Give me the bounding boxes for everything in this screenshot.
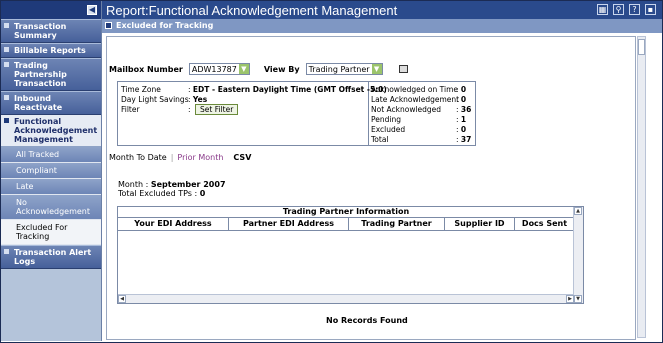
- csv-link[interactable]: CSV: [233, 153, 251, 162]
- tab-separator: |: [170, 153, 174, 162]
- stat-value: : 0: [456, 95, 467, 104]
- scroll-left-icon[interactable]: ◀: [118, 295, 126, 303]
- page-scrollbar[interactable]: [637, 36, 646, 338]
- scroll-down-icon[interactable]: ▼: [574, 295, 582, 303]
- sidebar-subitem-all-tracked[interactable]: All Tracked: [1, 147, 101, 163]
- period-tabs: Month To Date | Prior Month CSV: [109, 153, 251, 162]
- scroll-up-icon[interactable]: ▲: [574, 207, 582, 215]
- stat-value: : 1: [456, 115, 467, 124]
- empty-state-message: No Records Found: [326, 316, 408, 325]
- sidebar-subitem-excluded-for-tracking[interactable]: Excluded For Tracking: [1, 220, 101, 245]
- grid-icon[interactable]: ▦: [597, 4, 608, 15]
- table-horizontal-scrollbar[interactable]: ◀ ▶: [118, 294, 574, 303]
- chevron-down-icon: ▼: [238, 64, 249, 74]
- mailbox-label: Mailbox Number: [109, 64, 183, 74]
- tab-month-to-date[interactable]: Month To Date: [109, 153, 167, 162]
- dst-value: : Yes: [188, 95, 208, 104]
- column-header[interactable]: Docs Sent: [515, 218, 574, 230]
- stat-value: : 37: [456, 135, 472, 144]
- sidebar: ◀ Transaction Summary Billable Reports T…: [1, 1, 102, 341]
- viewby-select[interactable]: Trading Partner ▼: [305, 63, 383, 75]
- stat-value: : 0: [456, 125, 467, 134]
- section-toggle-icon[interactable]: [105, 22, 112, 29]
- mailbox-select[interactable]: ADW13787 ▼: [188, 63, 250, 75]
- viewby-label: View By: [263, 64, 300, 74]
- scroll-right-icon[interactable]: ▶: [566, 295, 574, 303]
- sidebar-section-functional-ack[interactable]: Functional Acknowledgement Management: [1, 115, 101, 147]
- dst-label: Day Light Savings: [121, 95, 189, 104]
- apps-icon[interactable]: ▪: [645, 4, 656, 15]
- stat-label: Not Acknowledged: [371, 105, 442, 114]
- excluded-row: Total Excluded TPs : 0: [118, 189, 206, 198]
- sidebar-item-transaction-alert-logs[interactable]: Transaction Alert Logs: [1, 245, 101, 269]
- sidebar-item-inbound-reactivate[interactable]: Inbound Reactivate: [1, 91, 101, 115]
- sidebar-item-transaction-summary[interactable]: Transaction Summary: [1, 19, 101, 43]
- summary-block: Month : September 2007 Total Excluded TP…: [118, 180, 226, 198]
- page-title: Report:Functional Acknowledgement Manage…: [106, 3, 398, 18]
- column-header[interactable]: Partner EDI Address: [229, 218, 349, 230]
- sidebar-item-billable-reports[interactable]: Billable Reports: [1, 43, 101, 58]
- stat-value: : 0: [456, 85, 467, 94]
- timezone-value: : EDT - Eastern Daylight Time (GMT Offse…: [188, 85, 387, 94]
- sidebar-top-bar: ◀: [1, 1, 101, 19]
- section-header: Excluded for Tracking: [102, 19, 662, 33]
- table-header-row: Your EDI Address Partner EDI Address Tra…: [118, 218, 574, 231]
- search-icon[interactable]: ⚲: [613, 4, 624, 15]
- filter-label: Filter: [121, 105, 140, 114]
- stat-label: Late Acknowledgement: [371, 95, 460, 104]
- table-group-header: Trading Partner Information: [118, 207, 574, 218]
- sidebar-item-trading-partnership-transaction[interactable]: Trading Partnership Transaction: [1, 58, 101, 91]
- column-header[interactable]: Trading Partner: [349, 218, 445, 230]
- printer-icon[interactable]: [398, 65, 408, 73]
- sidebar-subitem-no-acknowledgement[interactable]: No Acknowledgement: [1, 195, 101, 220]
- stat-label: Total: [371, 135, 389, 144]
- sidebar-subitem-compliant[interactable]: Compliant: [1, 163, 101, 179]
- help-icon[interactable]: ?: [629, 4, 640, 15]
- month-row: Month : September 2007: [118, 180, 226, 189]
- collapse-sidebar-icon[interactable]: ◀: [87, 5, 97, 15]
- tab-prior-month[interactable]: Prior Month: [177, 153, 223, 162]
- report-info-box: Time Zone : EDT - Eastern Daylight Time …: [117, 81, 476, 146]
- filter-controls: Mailbox Number ADW13787 ▼ View By Tradin…: [109, 63, 408, 75]
- page-header: Report:Functional Acknowledgement Manage…: [102, 1, 662, 19]
- stat-value: : 36: [456, 105, 472, 114]
- trading-partner-table: Trading Partner Information Your EDI Add…: [117, 206, 584, 304]
- filter-colon: :: [188, 105, 191, 114]
- table-vertical-scrollbar[interactable]: ▲ ▼: [573, 207, 583, 303]
- chevron-down-icon: ▼: [371, 64, 382, 74]
- stat-label: Pending: [371, 115, 401, 124]
- sidebar-subitem-late[interactable]: Late: [1, 179, 101, 195]
- stat-label: Excluded: [371, 125, 406, 134]
- stat-label: Acknowledged on Time: [371, 85, 459, 94]
- column-header[interactable]: Your EDI Address: [118, 218, 229, 230]
- column-header[interactable]: Supplier ID: [445, 218, 515, 230]
- set-filter-button[interactable]: Set Filter: [195, 104, 239, 115]
- section-title: Excluded for Tracking: [116, 21, 214, 30]
- page-scrollbar-thumb[interactable]: [638, 39, 645, 55]
- header-icons: ▦ ⚲ ? ▪: [597, 4, 656, 15]
- timezone-row: Time Zone: [121, 85, 161, 94]
